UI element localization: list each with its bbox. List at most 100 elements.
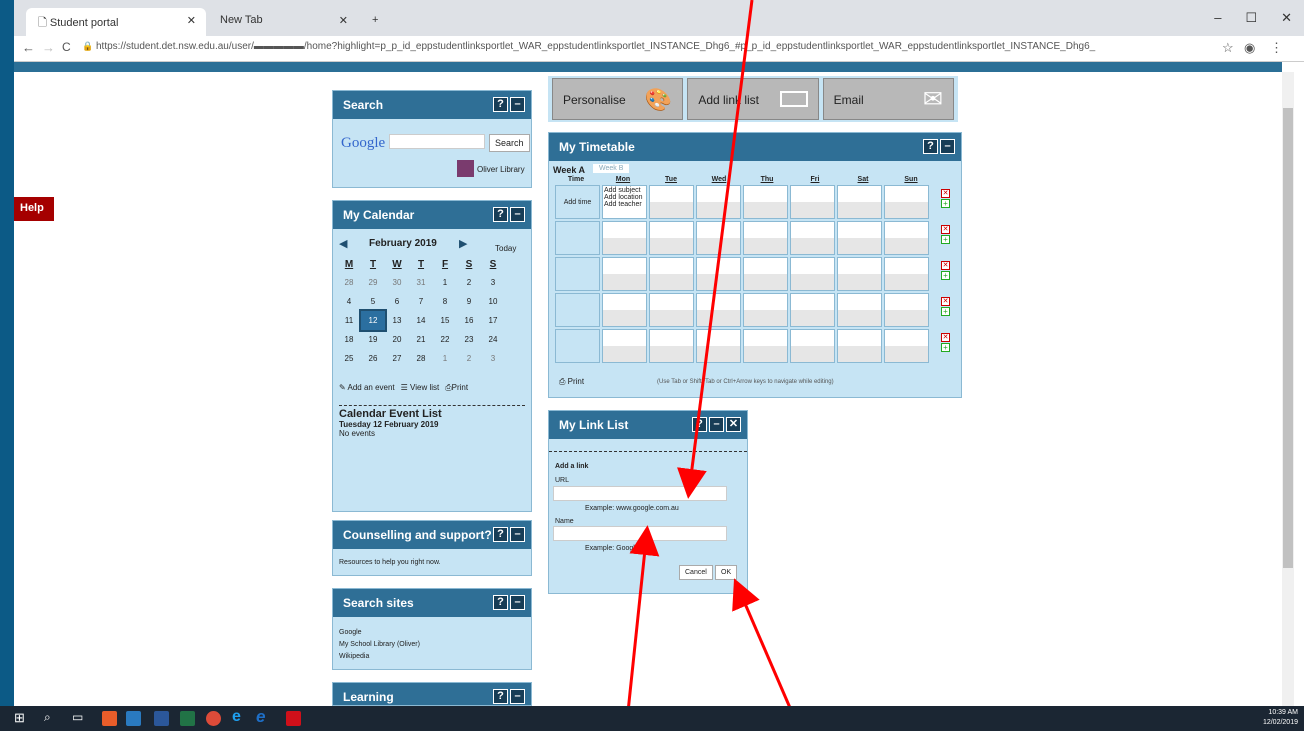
timetable-cell[interactable] bbox=[743, 221, 788, 255]
calendar-day[interactable]: 16 bbox=[457, 311, 481, 330]
calendar-day[interactable]: 28 bbox=[337, 273, 361, 292]
search-input[interactable] bbox=[389, 134, 485, 149]
minimize-icon[interactable]: – bbox=[709, 417, 724, 432]
calendar-day[interactable]: 4 bbox=[337, 292, 361, 311]
delete-row-icon[interactable]: ✕ bbox=[941, 261, 950, 270]
week-b-tab[interactable]: Week B bbox=[593, 164, 630, 173]
close-icon[interactable]: ✕ bbox=[339, 14, 348, 27]
timetable-cell[interactable] bbox=[884, 257, 929, 291]
task-view-icon[interactable]: ▭ bbox=[72, 710, 83, 724]
system-clock[interactable]: 10:39 AM 12/02/2019 bbox=[1263, 708, 1298, 728]
timetable-cell[interactable] bbox=[837, 293, 882, 327]
add-row-icon[interactable]: + bbox=[941, 271, 950, 280]
calendar-day[interactable]: 26 bbox=[361, 349, 385, 368]
calendar-day[interactable]: 20 bbox=[385, 330, 409, 349]
calendar-day[interactable]: 7 bbox=[409, 292, 433, 311]
calendar-day[interactable]: 21 bbox=[409, 330, 433, 349]
forward-icon[interactable]: → bbox=[42, 40, 55, 55]
minimize-icon[interactable]: – bbox=[510, 595, 525, 610]
timetable-cell[interactable] bbox=[696, 293, 741, 327]
minimize-icon[interactable]: – bbox=[510, 97, 525, 112]
timetable-print-link[interactable]: ⎙ Print bbox=[559, 377, 584, 387]
timetable-cell[interactable] bbox=[790, 221, 835, 255]
timetable-cell[interactable] bbox=[602, 293, 647, 327]
minimize-button[interactable]: – bbox=[1214, 10, 1221, 26]
calendar-day[interactable]: 30 bbox=[385, 273, 409, 292]
calendar-day[interactable]: 1 bbox=[433, 273, 457, 292]
timetable-cell[interactable] bbox=[790, 293, 835, 327]
add-time-cell[interactable]: Add time bbox=[555, 185, 600, 219]
calendar-day[interactable]: 9 bbox=[457, 292, 481, 311]
search-site-link[interactable]: Google bbox=[339, 627, 420, 639]
time-cell[interactable] bbox=[555, 329, 600, 363]
calendar-day[interactable]: 27 bbox=[385, 349, 409, 368]
print-link[interactable]: ⎙Print bbox=[445, 383, 468, 393]
account-icon[interactable]: ◉ bbox=[1244, 40, 1255, 56]
add-link-list-button[interactable]: Add link list bbox=[687, 78, 819, 120]
minimize-icon[interactable]: – bbox=[940, 139, 955, 154]
app-icon[interactable] bbox=[102, 711, 117, 726]
calendar-day[interactable]: 18 bbox=[337, 330, 361, 349]
timetable-cell[interactable] bbox=[837, 221, 882, 255]
calendar-day[interactable]: 1 bbox=[433, 349, 457, 368]
calendar-day[interactable]: 22 bbox=[433, 330, 457, 349]
calendar-day[interactable]: 3 bbox=[481, 273, 505, 292]
delete-row-icon[interactable]: ✕ bbox=[941, 189, 950, 198]
reload-icon[interactable]: C bbox=[62, 40, 71, 54]
timetable-cell[interactable] bbox=[602, 257, 647, 291]
oliver-library-link[interactable]: Oliver Library bbox=[477, 165, 525, 174]
page-scrollbar[interactable] bbox=[1282, 72, 1294, 706]
timetable-cell[interactable] bbox=[743, 257, 788, 291]
back-icon[interactable]: ← bbox=[22, 40, 35, 55]
menu-icon[interactable]: ⋮ bbox=[1270, 40, 1283, 56]
timetable-cell[interactable] bbox=[696, 257, 741, 291]
add-row-icon[interactable]: + bbox=[941, 343, 950, 352]
timetable-cell[interactable] bbox=[649, 221, 694, 255]
calendar-day[interactable]: 31 bbox=[409, 273, 433, 292]
search-site-link[interactable]: Wikipedia bbox=[339, 651, 420, 663]
view-list-link[interactable]: ☰ View list bbox=[401, 383, 440, 393]
timetable-cell[interactable] bbox=[743, 329, 788, 363]
url-input[interactable] bbox=[553, 486, 727, 501]
url-field[interactable]: https://student.det.nsw.edu.au/user/▬▬▬▬… bbox=[96, 41, 1206, 52]
windows-start-icon[interactable]: ⊞ bbox=[14, 710, 25, 726]
file-explorer-icon[interactable] bbox=[126, 711, 141, 726]
internet-explorer-icon[interactable]: e bbox=[256, 707, 265, 727]
week-a-tab[interactable]: Week A bbox=[553, 165, 585, 175]
scrollbar-thumb[interactable] bbox=[1283, 108, 1293, 568]
minimize-icon[interactable]: – bbox=[510, 207, 525, 222]
calendar-day[interactable]: 17 bbox=[481, 311, 505, 330]
time-cell[interactable] bbox=[555, 293, 600, 327]
excel-icon[interactable] bbox=[180, 711, 195, 726]
new-tab-plus-icon[interactable]: + bbox=[360, 8, 390, 36]
calendar-day[interactable]: 29 bbox=[361, 273, 385, 292]
timetable-cell-placeholder[interactable]: Add subject Add location Add teacher bbox=[602, 185, 647, 219]
time-cell[interactable] bbox=[555, 221, 600, 255]
calendar-day[interactable]: 2 bbox=[457, 349, 481, 368]
calendar-day[interactable]: 8 bbox=[433, 292, 457, 311]
timetable-cell[interactable] bbox=[649, 329, 694, 363]
help-question-icon[interactable]: ? bbox=[692, 417, 707, 432]
timetable-cell[interactable] bbox=[884, 293, 929, 327]
calendar-day-today[interactable]: 12 bbox=[359, 309, 387, 332]
counselling-text[interactable]: Resources to help you right now. bbox=[339, 559, 441, 566]
close-icon[interactable]: ✕ bbox=[187, 14, 196, 27]
timetable-cell[interactable] bbox=[790, 185, 835, 219]
ok-button[interactable]: OK bbox=[715, 565, 738, 580]
close-icon[interactable]: ✕ bbox=[726, 417, 741, 432]
timetable-cell[interactable] bbox=[837, 329, 882, 363]
calendar-day[interactable]: 5 bbox=[361, 292, 385, 311]
minimize-icon[interactable]: – bbox=[510, 689, 525, 704]
help-question-icon[interactable]: ? bbox=[493, 527, 508, 542]
calendar-day[interactable]: 6 bbox=[385, 292, 409, 311]
star-icon[interactable]: ☆ bbox=[1222, 40, 1234, 56]
timetable-cell[interactable] bbox=[884, 329, 929, 363]
timetable-cell[interactable] bbox=[837, 185, 882, 219]
oliver-library-icon[interactable] bbox=[457, 160, 474, 177]
edge-icon[interactable]: e bbox=[232, 708, 241, 726]
calendar-day[interactable]: 19 bbox=[361, 330, 385, 349]
search-site-link[interactable]: My School Library (Oliver) bbox=[339, 639, 420, 651]
close-window-button[interactable]: ✕ bbox=[1281, 10, 1292, 26]
word-icon[interactable] bbox=[154, 711, 169, 726]
timetable-cell[interactable] bbox=[696, 221, 741, 255]
